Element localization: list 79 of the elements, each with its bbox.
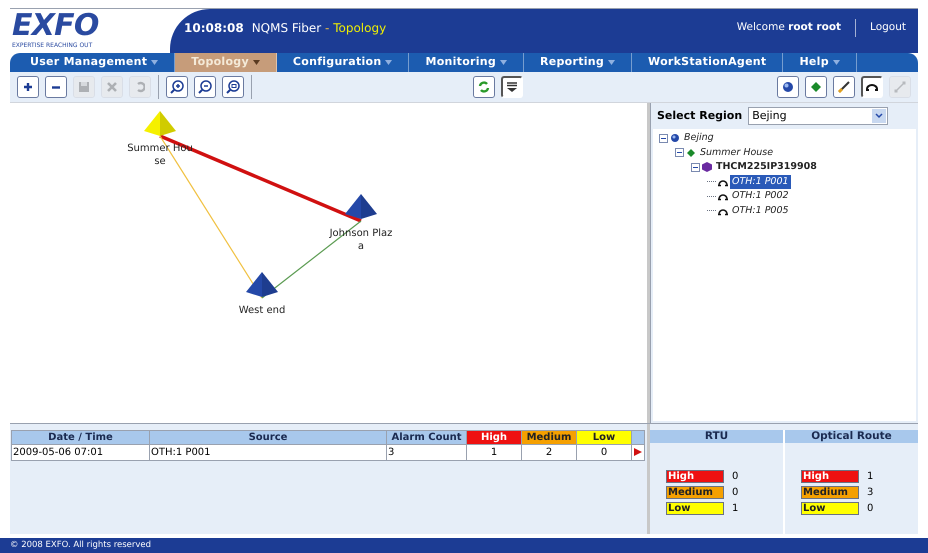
list-icon <box>507 82 517 92</box>
floppy-icon <box>79 82 89 92</box>
diamond-button[interactable] <box>805 76 827 98</box>
pyramid-node-icon[interactable] <box>345 194 377 220</box>
tree-item[interactable]: Summer House <box>698 146 776 160</box>
chevron-down-icon <box>872 109 886 124</box>
severity-label: High <box>666 470 724 484</box>
table-cell: 1 <box>466 444 522 461</box>
cube-icon <box>702 162 712 172</box>
column-header: Alarm Count <box>386 430 466 445</box>
tree-item[interactable]: OTH:1 P002 <box>730 189 791 204</box>
column-header: Date / Time <box>12 430 150 445</box>
severity-label: Medium <box>666 486 724 500</box>
diamond-icon <box>686 148 696 158</box>
alarm-count: 0 <box>867 502 874 516</box>
zoom-in-icon <box>170 80 184 94</box>
panel-header: RTU <box>650 430 783 444</box>
severity-label: High <box>801 470 859 484</box>
zoom-in-button[interactable] <box>166 76 188 98</box>
node-label: West end <box>238 304 286 318</box>
column-header: Source <box>150 430 386 445</box>
column-header: High <box>466 430 522 445</box>
copyright-text: © 2008 EXFO. All rights reserved <box>10 539 152 552</box>
loop-icon <box>718 191 728 202</box>
zoom-out-icon <box>198 80 212 94</box>
plus-icon <box>23 82 33 92</box>
plus-button[interactable] <box>17 76 39 98</box>
alarm-count: 3 <box>867 486 874 500</box>
cross-icon <box>107 82 117 92</box>
alarm-count: 0 <box>732 486 738 500</box>
zoom-out-button[interactable] <box>194 76 216 98</box>
refresh-button[interactable] <box>473 76 495 98</box>
region-label: Select Region <box>657 108 742 124</box>
tree-item[interactable]: OTH:1 P001 <box>730 174 791 189</box>
zoom-fit-icon <box>226 80 240 94</box>
loop-button[interactable] <box>861 76 883 98</box>
column-header: Low <box>576 430 632 445</box>
tree-item[interactable]: OTH:1 P005 <box>730 204 791 218</box>
globe-icon <box>670 133 680 144</box>
play-icon[interactable] <box>633 447 643 458</box>
panel-header: Optical Route <box>785 430 918 444</box>
table-cell: OTH:1 P001 <box>150 444 386 461</box>
diamond-icon <box>811 82 821 92</box>
column-header: Medium <box>522 430 576 445</box>
list-button[interactable] <box>501 76 523 98</box>
logout-link[interactable]: Logout <box>870 20 906 36</box>
region-dropdown[interactable]: Bejing <box>748 107 888 126</box>
tree-item[interactable]: Bejing <box>682 131 716 146</box>
clock: 10:08:08 <box>184 20 244 37</box>
loop-icon <box>865 82 879 92</box>
pyramid-node-icon[interactable] <box>246 272 278 298</box>
cable-icon <box>838 81 850 94</box>
minus-icon <box>52 86 60 89</box>
globe-icon <box>783 82 793 92</box>
alarm-count: 1 <box>867 470 874 484</box>
cable-button[interactable] <box>833 76 855 98</box>
refresh-icon <box>478 81 490 94</box>
table-cell: 0 <box>576 444 632 461</box>
page-title: NQMS Fiber - Topology <box>252 20 386 37</box>
logo: EXFO <box>12 12 100 40</box>
tree-item[interactable]: THCM225IP319908 <box>714 160 819 174</box>
pyramid-node-icon[interactable] <box>144 111 176 136</box>
severity-label: Low <box>801 502 859 516</box>
zoom-fit-button[interactable] <box>222 76 244 98</box>
collapse-icon[interactable] <box>659 134 668 143</box>
alarm-count: 0 <box>732 470 738 484</box>
table-cell: 3 <box>386 444 466 461</box>
welcome-text: Welcome root root <box>736 20 842 35</box>
alarm-count: 1 <box>732 502 738 516</box>
severity-label: Medium <box>801 486 859 500</box>
table-cell: 2009-05-06 07:01 <box>12 444 150 461</box>
undo-icon <box>136 81 144 94</box>
globe-button[interactable] <box>777 76 799 98</box>
link-icon <box>894 81 906 94</box>
table-cell: 2 <box>522 444 576 461</box>
collapse-icon[interactable] <box>691 162 700 172</box>
minus-button[interactable] <box>45 76 67 98</box>
collapse-icon[interactable] <box>675 148 684 158</box>
severity-label: Low <box>666 502 724 516</box>
